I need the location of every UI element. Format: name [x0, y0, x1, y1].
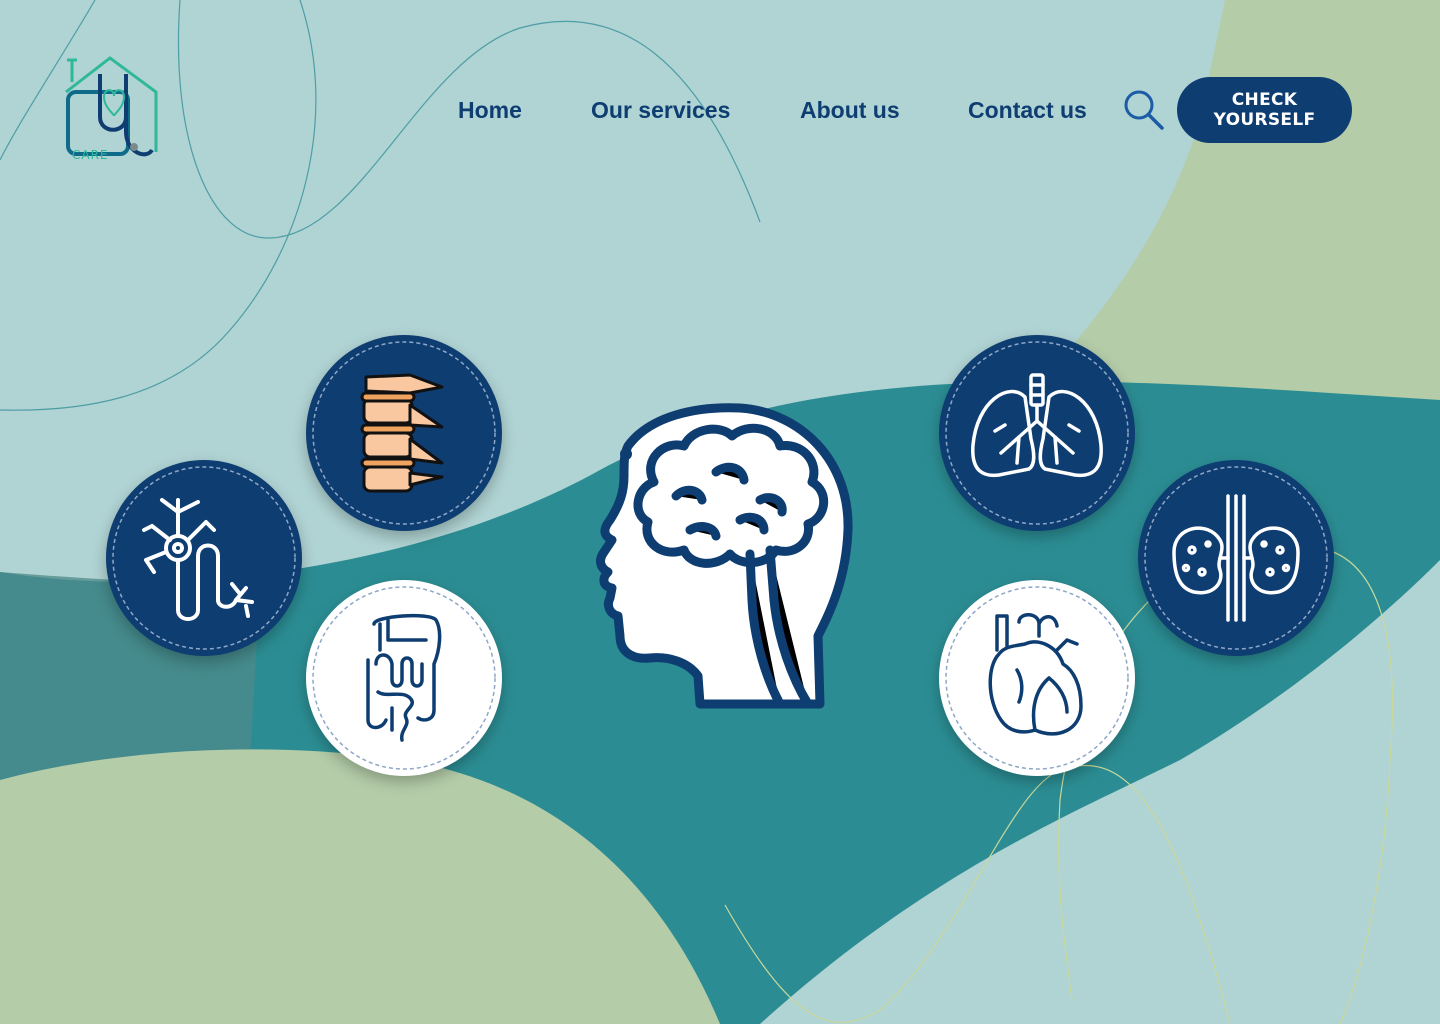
logo-text: CARE [72, 148, 109, 162]
organ-kidneys-card[interactable] [1138, 460, 1334, 656]
organ-spine-card[interactable] [306, 335, 502, 531]
organ-intestines-card[interactable] [306, 580, 502, 776]
search-icon[interactable] [1122, 88, 1166, 132]
spine-icon [312, 341, 496, 525]
check-yourself-button[interactable]: CHECK YOURSELF [1177, 77, 1352, 143]
nav-contact-us[interactable]: Contact us [968, 92, 1087, 128]
heart-icon [945, 586, 1129, 770]
lungs-icon [945, 341, 1129, 525]
intestines-icon [312, 586, 496, 770]
nav-our-services[interactable]: Our services [591, 92, 730, 128]
organ-nerve-card[interactable] [106, 460, 302, 656]
nerve-cell-icon [112, 466, 296, 650]
organ-heart-card[interactable] [939, 580, 1135, 776]
head-brain-icon [596, 403, 853, 709]
nav-home[interactable]: Home [458, 92, 522, 128]
organ-lungs-card[interactable] [939, 335, 1135, 531]
nav-about-us[interactable]: About us [800, 92, 900, 128]
kidneys-icon [1144, 466, 1328, 650]
